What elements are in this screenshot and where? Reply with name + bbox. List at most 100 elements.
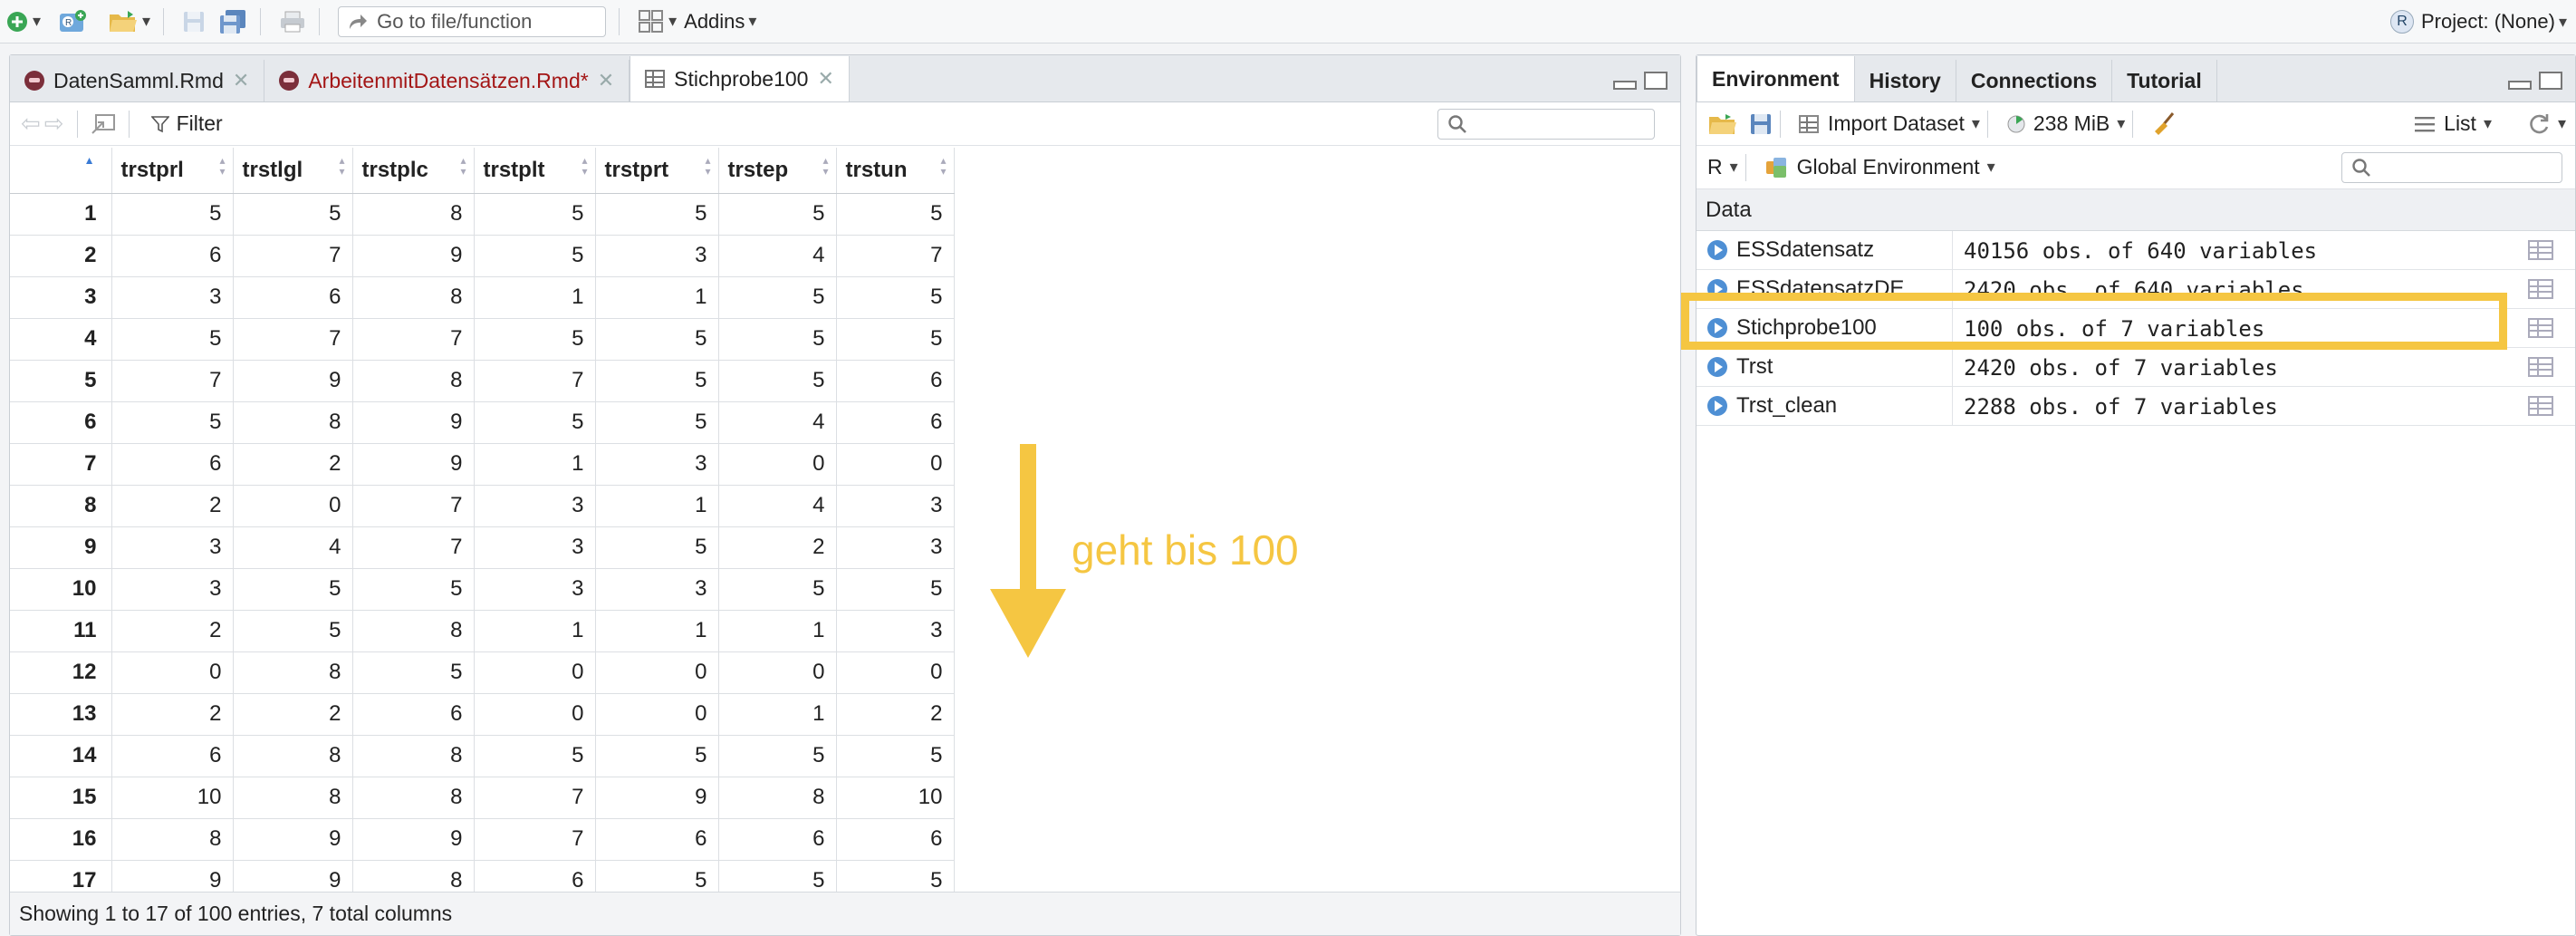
table-row[interactable]: 93473523 [10,526,955,569]
table-row[interactable]: 11 2 5 8 1 1 1 3 [10,610,955,652]
table-cell: 5 [595,318,719,361]
table-row[interactable]: 45775555 [10,318,955,361]
table-cell: 5 [352,568,475,611]
import-dataset-button[interactable]: Import Dataset ▾ [1799,111,1980,136]
expand-object-icon[interactable] [1707,240,1727,260]
svg-text:R: R [65,18,72,28]
minimize-pane-icon[interactable] [2508,81,2532,90]
row-index-cell: 9 [10,526,112,569]
toolbar-separator [76,110,78,138]
print-button[interactable] [279,4,306,40]
table-cell: 5 [233,610,353,652]
table-row[interactable]: 76291300 [10,443,955,486]
column-header-index[interactable]: ▲ [10,148,112,194]
tab-arbeitenmitdatensaetzen[interactable]: ArbeitenmitDatensätzen.Rmd* ✕ [264,60,630,101]
toolbar-separator [260,7,262,35]
tab-history[interactable]: History [1854,60,1956,101]
table-cell: 9 [352,818,475,861]
environment-object-row[interactable]: Trst 2420 obs. of 7 variables [1697,348,2575,387]
expand-object-icon[interactable] [1707,396,1727,416]
environment-object-row[interactable]: ESSdatensatz 40156 obs. of 640 variables [1697,231,2575,270]
row-index-cell: 13 [10,693,112,736]
column-header[interactable]: trstprt ▴ ▾ [595,148,719,194]
column-header[interactable]: trstprl ▴ ▾ [111,148,234,194]
open-file-button[interactable]: ▾ [108,4,150,40]
table-row[interactable]: 57987556 [10,360,955,402]
tab-tutorial[interactable]: Tutorial [2112,60,2217,101]
table-row[interactable]: 10 3 5 5 3 3 5 5 [10,568,955,611]
table-cell: 1 [718,610,837,652]
table-cell: 1 [474,276,596,319]
view-table-icon[interactable] [2528,357,2553,377]
table-row[interactable]: 65895546 [10,401,955,444]
table-cell: 5 [474,318,596,361]
tab-environment[interactable]: Environment [1697,56,1855,101]
filter-button[interactable]: Filter [150,111,223,136]
view-table-icon[interactable] [2528,240,2553,260]
table-row[interactable]: 12 0 8 5 0 0 0 0 [10,651,955,694]
memory-usage-button[interactable]: 238 MiB ▾ [2006,111,2125,136]
viewer-search-input[interactable] [1437,109,1655,140]
column-header[interactable]: trstplc ▴ ▾ [352,148,475,194]
chevron-down-icon: ▾ [1729,158,1738,176]
load-workspace-button[interactable] [1707,112,1738,136]
table-cell: 8 [352,360,475,402]
column-header[interactable]: trstlgl ▴ ▾ [233,148,353,194]
table-row[interactable]: 15 10 8 8 7 9 8 10 [10,777,955,819]
table-cell: 0 [474,693,596,736]
maximize-pane-icon[interactable] [2539,72,2562,90]
save-workspace-button[interactable] [1749,112,1773,136]
view-mode-list-button[interactable]: List ▾ [2415,111,2492,136]
tab-stichprobe100[interactable]: Stichprobe100 ✕ [630,56,850,101]
data-section-header: Data [1697,189,2575,231]
environment-object-row[interactable]: Trst_clean 2288 obs. of 7 variables [1697,387,2575,426]
show-in-window-icon[interactable] [91,113,116,135]
close-icon[interactable]: ✕ [233,69,249,92]
minimize-pane-icon[interactable] [1613,81,1637,90]
view-table-icon[interactable] [2528,279,2553,299]
table-row[interactable]: 16 8 9 9 7 6 6 6 [10,818,955,861]
close-icon[interactable]: ✕ [817,67,833,91]
refresh-button[interactable]: ▾ [2527,112,2566,136]
save-button[interactable] [182,4,206,40]
tab-connections[interactable]: Connections [1956,60,2113,101]
environment-search-input[interactable] [2341,152,2562,183]
save-all-button[interactable] [218,4,247,40]
back-arrow-icon[interactable]: ⇦ [21,110,41,138]
tab-datensamml[interactable]: DatenSamml.Rmd ✕ [10,60,265,101]
maximize-pane-icon[interactable] [1644,72,1668,90]
object-name: Trst [1736,354,1773,379]
column-header[interactable]: trstep ▴ ▾ [718,148,837,194]
table-row[interactable]: 14 6 8 8 5 5 5 5 [10,735,955,777]
column-header[interactable]: trstplt ▴ ▾ [474,148,596,194]
table-cell: 10 [836,777,955,819]
new-project-button[interactable]: R [57,4,88,40]
annotation-arrow-head [990,589,1066,658]
table-cell: 6 [836,818,955,861]
language-select[interactable]: R ▾ [1707,155,1738,179]
table-row[interactable]: 33681155 [10,276,955,319]
column-header[interactable]: trstun ▴ ▾ [836,148,955,194]
close-icon[interactable]: ✕ [598,69,614,92]
addins-menu[interactable]: Addins ▾ [684,4,756,40]
forward-arrow-icon[interactable]: ⇨ [44,110,64,138]
view-table-icon[interactable] [2528,318,2553,338]
project-menu[interactable]: R Project: (None) ▾ [2390,0,2567,43]
table-cell: 5 [111,318,234,361]
table-row[interactable]: 26795347 [10,235,955,277]
table-row[interactable]: 13 2 2 6 0 0 1 2 [10,693,955,736]
table-cell: 4 [233,526,353,569]
chevron-down-icon: ▾ [2557,114,2566,132]
table-cell: 2 [233,443,353,486]
goto-file-function-input[interactable]: Go to file/function [338,5,607,37]
table-row[interactable]: 82073143 [10,485,955,527]
view-table-icon[interactable] [2528,396,2553,416]
expand-object-icon[interactable] [1707,357,1727,377]
clear-workspace-button[interactable] [2151,111,2177,137]
table-cell: 5 [352,651,475,694]
table-cell: 0 [836,443,955,486]
new-file-button[interactable]: ▾ [5,4,41,40]
environment-scope-select[interactable]: Global Environment ▾ [1764,155,1995,179]
pane-layout-button[interactable]: ▾ [638,4,677,40]
table-row[interactable]: 15585555 [10,193,955,236]
